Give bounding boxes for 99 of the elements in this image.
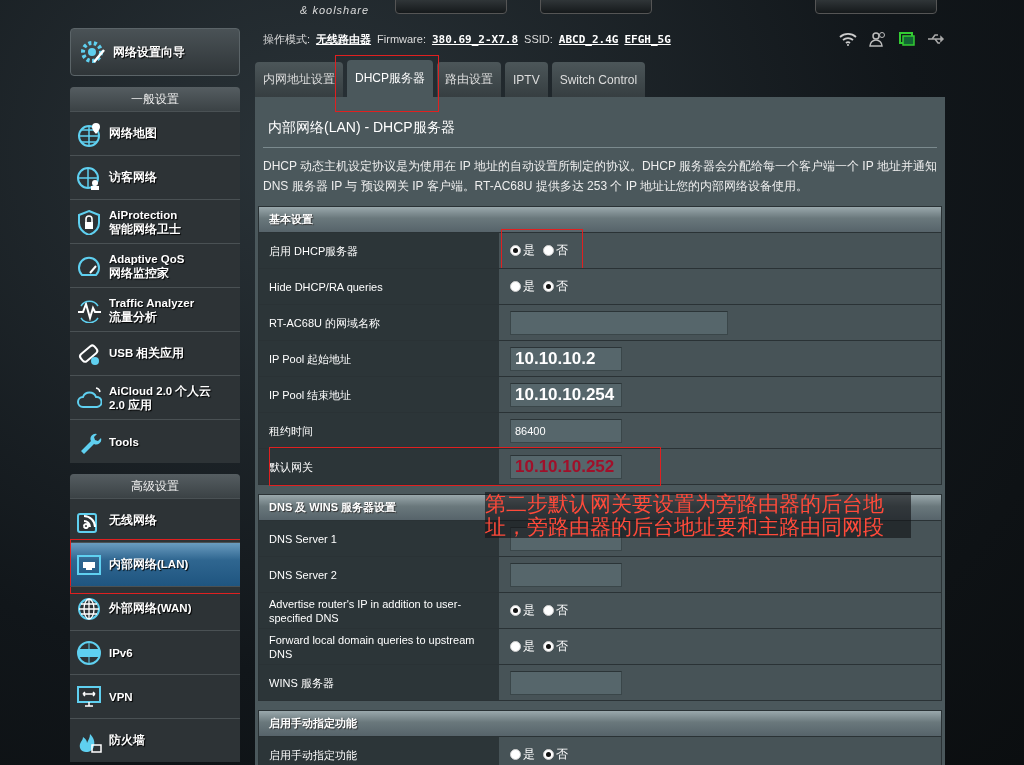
input-field[interactable] <box>510 310 728 335</box>
page-title: 内部网络(LAN) - DHCP服务器 <box>263 97 937 148</box>
sidebar-item-label: 防火墙 <box>109 733 145 748</box>
sidebar-group-header: 高级设置 <box>70 474 240 498</box>
tab[interactable]: 内网地址设置 <box>255 62 343 97</box>
input-field[interactable] <box>510 562 622 587</box>
section-header: 基本设置 <box>259 207 941 232</box>
status-label: 操作模式: <box>263 31 311 47</box>
radio-button[interactable] <box>510 641 521 652</box>
status-label: Firmware: <box>377 33 426 45</box>
radio-option[interactable]: 否 <box>543 746 568 763</box>
tab[interactable]: IPTV <box>505 62 548 97</box>
radio-button[interactable] <box>510 749 521 760</box>
input-field[interactable] <box>510 670 622 695</box>
sidebar-item[interactable]: 网络地图 <box>70 112 240 155</box>
radio-button[interactable] <box>543 245 554 256</box>
setting-label: DNS Server 2 <box>259 557 499 592</box>
setting-label: 启用手动指定功能 <box>259 737 499 765</box>
setting-label: IP Pool 起始地址 <box>259 341 499 376</box>
status-link[interactable]: EFGH_5G <box>624 32 671 46</box>
wifi-icon <box>839 32 857 46</box>
radio-button[interactable] <box>543 641 554 652</box>
sidebar-item[interactable]: 访客网络 <box>70 156 240 199</box>
users-icon <box>869 31 887 47</box>
shield-lock-icon <box>76 208 102 235</box>
sidebar-item-label: 无线网络 <box>109 513 157 528</box>
radio-button[interactable] <box>543 281 554 292</box>
radio-button[interactable] <box>510 605 521 616</box>
sidebar-item[interactable]: Tools <box>70 420 240 463</box>
sidebar-item-label: Tools <box>109 435 139 448</box>
radio-option[interactable]: 是 <box>510 638 535 655</box>
sidebar-item[interactable]: 防火墙 <box>70 719 240 762</box>
input-field[interactable]: 86400 <box>510 418 622 443</box>
radio-option[interactable]: 否 <box>543 602 568 619</box>
globe-people-icon <box>76 164 102 191</box>
radio-button[interactable] <box>510 245 521 256</box>
setting-label: IP Pool 结束地址 <box>259 377 499 412</box>
sidebar-item-label: 内部网络(LAN) <box>109 557 189 572</box>
status-label: SSID: <box>524 33 553 45</box>
radio-option[interactable]: 是 <box>510 602 535 619</box>
setting-label: WINS 服务器 <box>259 665 499 700</box>
monitor-icon <box>76 683 102 710</box>
radio-option[interactable]: 是 <box>510 242 535 259</box>
sidebar-item[interactable]: Traffic Analyzer 流量分析 <box>70 288 240 331</box>
usb-icon <box>927 33 945 45</box>
brand-tagline: & koolshare <box>300 4 370 16</box>
sidebar-item[interactable]: VPN <box>70 675 240 718</box>
status-link[interactable]: 380.69_2-X7.8 <box>431 32 519 46</box>
setting-label: Hide DHCP/RA queries <box>259 269 499 304</box>
globe-pin-icon <box>76 120 102 147</box>
radio-button[interactable] <box>510 281 521 292</box>
sidebar-item-label: Traffic Analyzer 流量分析 <box>109 295 195 324</box>
radio-button[interactable] <box>543 605 554 616</box>
radio-option[interactable]: 是 <box>510 746 535 763</box>
sidebar-item[interactable]: USB 相关应用 <box>70 332 240 375</box>
radio-option[interactable]: 是 <box>510 278 535 295</box>
sidebar-item[interactable]: AiProtection 智能网络卫士 <box>70 200 240 243</box>
sidebar-item[interactable]: IPv6 <box>70 631 240 674</box>
sidebar-item-label: Adaptive QoS 网络监控家 <box>109 251 185 280</box>
sidebar-item-label: 网络地图 <box>109 126 157 141</box>
globe-badge-icon <box>76 639 102 666</box>
sidebar-item-label: 访客网络 <box>109 170 157 185</box>
sidebar-item[interactable]: 内部网络(LAN) <box>70 543 240 586</box>
gear-icon <box>79 38 107 66</box>
setting-label: 租约时间 <box>259 413 499 448</box>
cloud-icon <box>76 384 102 411</box>
input-field[interactable]: 10.10.10.2 <box>510 346 622 371</box>
sidebar-item-label: IPv6 <box>109 646 133 659</box>
tab[interactable]: Switch Control <box>551 62 646 97</box>
section-header: 启用手动指定功能 <box>259 711 941 736</box>
radio-button[interactable] <box>543 749 554 760</box>
sidebar-item-label: 外部网络(WAN) <box>109 601 192 616</box>
monitor-icon <box>899 31 915 47</box>
setting-label: Forward local domain queries to upstream DNS <box>259 629 499 664</box>
tab[interactable]: 路由设置 <box>437 62 501 97</box>
description-text: DHCP 动态主机设定协议是为使用在 IP 地址的自动设置所制定的协议。DHCP 服务器会分配给每一个客户端一个 IP 地址并通知 DNS 服务器 IP 与 预设网关 IP 客户端。RT-AC68U 提供多达 253 个 IP 地址让您的内部网络设备使用。 <box>262 158 938 195</box>
sidebar-group-header: 一般设置 <box>70 87 240 111</box>
setting-label: RT-AC68U 的网域名称 <box>259 305 499 340</box>
sidebar-item-label: VPN <box>109 690 133 703</box>
input-field[interactable]: 10.10.10.254 <box>510 382 622 407</box>
sidebar-item[interactable]: 外部网络(WAN) <box>70 587 240 630</box>
annotation-text: 第二步默认网关要设置为旁路由器的后台地址，旁路由器的后台地址要和主路由同网段 <box>485 492 911 538</box>
setting-label: 启用 DHCP服务器 <box>259 233 499 268</box>
tab[interactable]: DHCP服务器 <box>347 60 433 97</box>
status-link[interactable]: ABCD_2.4G <box>558 32 619 46</box>
sidebar-item[interactable]: AiCloud 2.0 个人云 2.0 应用 <box>70 376 240 419</box>
radio-option[interactable]: 否 <box>543 278 568 295</box>
sidebar-item-label: USB 相关应用 <box>109 346 185 361</box>
status-link[interactable]: 无线路由器 <box>316 31 372 47</box>
setting-label: Advertise router's IP in addition to user-specified DNS <box>259 593 499 628</box>
radio-option[interactable]: 否 <box>543 242 568 259</box>
setup-wizard-button[interactable]: 网络设置向导 <box>70 28 240 76</box>
sidebar-item[interactable]: 无线网络 <box>70 499 240 542</box>
sidebar-item-label: AiCloud 2.0 个人云 2.0 应用 <box>109 383 212 412</box>
setting-label: 默认网关 <box>259 449 499 484</box>
sidebar-item-label: AiProtection 智能网络卫士 <box>109 207 181 236</box>
radio-option[interactable]: 否 <box>543 638 568 655</box>
globe-icon <box>76 595 102 622</box>
sidebar-item[interactable]: Adaptive QoS 网络监控家 <box>70 244 240 287</box>
